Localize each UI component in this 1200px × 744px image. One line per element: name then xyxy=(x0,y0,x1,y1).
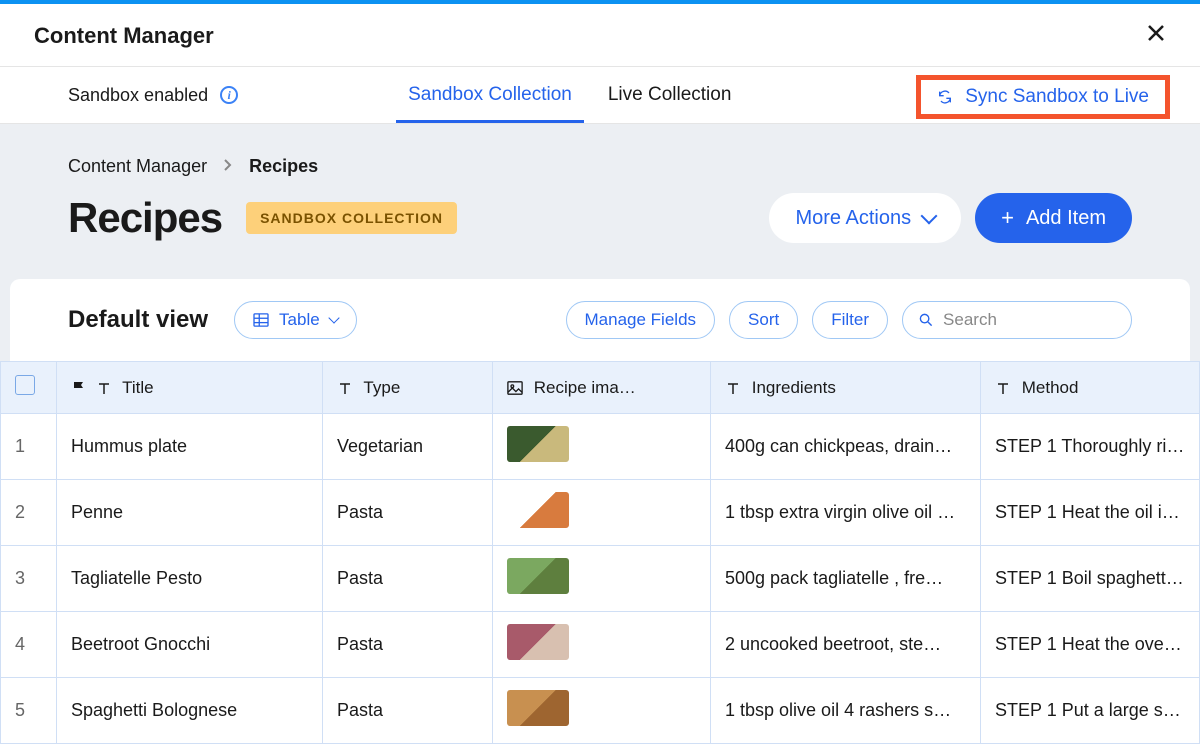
page-title: Recipes xyxy=(68,194,222,242)
cell-method[interactable]: STEP 1 Thoroughly rinse xyxy=(981,414,1200,480)
title-row: Recipes SANDBOX COLLECTION More Actions … xyxy=(0,193,1200,279)
data-table: Title Type Recipe ima… Ingredients Metho… xyxy=(0,361,1200,744)
cell-type[interactable]: Pasta xyxy=(323,612,493,678)
sync-icon xyxy=(937,89,953,105)
cell-ingredients[interactable]: 1 tbsp olive oil 4 rashers s… xyxy=(711,678,981,744)
plus-icon: + xyxy=(1001,205,1014,231)
search-box[interactable] xyxy=(902,301,1132,339)
column-header-image[interactable]: Recipe ima… xyxy=(493,362,711,414)
table-row[interactable]: 4 Beetroot Gnocchi Pasta 2 uncooked beet… xyxy=(1,612,1200,678)
column-label: Ingredients xyxy=(752,378,836,397)
thumbnail xyxy=(507,426,569,462)
cell-method[interactable]: STEP 1 Put a large sauce xyxy=(981,678,1200,744)
sandbox-status: Sandbox enabled i xyxy=(68,85,238,106)
view-type-dropdown[interactable]: Table xyxy=(234,301,357,339)
cell-image[interactable] xyxy=(493,612,711,678)
row-number: 4 xyxy=(1,612,57,678)
search-icon xyxy=(919,312,933,328)
cell-image[interactable] xyxy=(493,414,711,480)
search-input[interactable] xyxy=(943,310,1115,330)
app-title: Content Manager xyxy=(34,23,214,49)
cell-ingredients[interactable]: 1 tbsp extra virgin olive oil … xyxy=(711,480,981,546)
thumbnail xyxy=(507,558,569,594)
column-label: Recipe ima… xyxy=(534,378,636,397)
cell-title[interactable]: Beetroot Gnocchi xyxy=(57,612,323,678)
table-row[interactable]: 3 Tagliatelle Pesto Pasta 500g pack tagl… xyxy=(1,546,1200,612)
info-icon[interactable]: i xyxy=(220,86,238,104)
sort-button[interactable]: Sort xyxy=(729,301,798,339)
checkbox[interactable] xyxy=(15,375,35,395)
cell-ingredients[interactable]: 500g pack tagliatelle , fre… xyxy=(711,546,981,612)
close-icon[interactable] xyxy=(1146,22,1166,50)
add-item-button[interactable]: + Add Item xyxy=(975,193,1132,243)
chevron-down-icon xyxy=(328,312,339,323)
text-icon xyxy=(96,380,112,396)
cell-method[interactable]: STEP 1 Heat the oil in a f xyxy=(981,480,1200,546)
table-row[interactable]: 2 Penne Pasta 1 tbsp extra virgin olive … xyxy=(1,480,1200,546)
text-icon xyxy=(725,380,741,396)
tab-live-collection[interactable]: Live Collection xyxy=(608,68,732,122)
row-number: 5 xyxy=(1,678,57,744)
header-bar: Content Manager xyxy=(0,4,1200,67)
cell-ingredients[interactable]: 2 uncooked beetroot, ste… xyxy=(711,612,981,678)
sync-sandbox-button[interactable]: Sync Sandbox to Live xyxy=(937,86,1149,108)
page-body: Content Manager Recipes Recipes SANDBOX … xyxy=(0,124,1200,744)
column-label: Type xyxy=(363,378,400,397)
column-header-title[interactable]: Title xyxy=(57,362,323,414)
chevron-right-icon xyxy=(223,156,233,177)
column-label: Method xyxy=(1022,378,1079,397)
filter-button[interactable]: Filter xyxy=(812,301,888,339)
tabs-bar: Sandbox enabled i Sandbox Collection Liv… xyxy=(0,67,1200,124)
thumbnail xyxy=(507,624,569,660)
table-icon xyxy=(253,313,269,327)
chevron-down-icon xyxy=(921,208,938,225)
tab-sandbox-collection[interactable]: Sandbox Collection xyxy=(408,68,572,122)
cell-image[interactable] xyxy=(493,678,711,744)
table-row[interactable]: 1 Hummus plate Vegetarian 400g can chick… xyxy=(1,414,1200,480)
breadcrumb-item-current: Recipes xyxy=(249,156,318,177)
sync-label: Sync Sandbox to Live xyxy=(965,86,1149,108)
cell-type[interactable]: Pasta xyxy=(323,546,493,612)
cell-title[interactable]: Spaghetti Bolognese xyxy=(57,678,323,744)
text-icon xyxy=(337,380,353,396)
cell-ingredients[interactable]: 400g can chickpeas, drain… xyxy=(711,414,981,480)
view-title: Default view xyxy=(68,306,208,334)
column-label: Title xyxy=(122,378,154,397)
more-actions-label: More Actions xyxy=(795,207,911,230)
tabs: Sandbox Collection Live Collection xyxy=(408,68,731,122)
select-all-header[interactable] xyxy=(1,362,57,414)
manage-fields-button[interactable]: Manage Fields xyxy=(566,301,716,339)
view-type-label: Table xyxy=(279,310,320,330)
thumbnail xyxy=(507,492,569,528)
table-row[interactable]: 5 Spaghetti Bolognese Pasta 1 tbsp olive… xyxy=(1,678,1200,744)
view-panel: Default view Table Manage Fields Sort Fi… xyxy=(10,279,1190,361)
breadcrumb: Content Manager Recipes xyxy=(0,156,1200,177)
text-icon xyxy=(995,380,1011,396)
column-header-ingredients[interactable]: Ingredients xyxy=(711,362,981,414)
row-number: 1 xyxy=(1,414,57,480)
breadcrumb-item[interactable]: Content Manager xyxy=(68,156,207,177)
more-actions-button[interactable]: More Actions xyxy=(769,193,961,243)
image-icon xyxy=(507,380,523,396)
cell-title[interactable]: Tagliatelle Pesto xyxy=(57,546,323,612)
flag-icon xyxy=(71,380,87,396)
cell-type[interactable]: Pasta xyxy=(323,678,493,744)
cell-type[interactable]: Vegetarian xyxy=(323,414,493,480)
thumbnail xyxy=(507,690,569,726)
row-number: 2 xyxy=(1,480,57,546)
column-header-method[interactable]: Method xyxy=(981,362,1200,414)
cell-title[interactable]: Penne xyxy=(57,480,323,546)
sandbox-badge: SANDBOX COLLECTION xyxy=(246,202,457,234)
cell-image[interactable] xyxy=(493,480,711,546)
cell-image[interactable] xyxy=(493,546,711,612)
row-number: 3 xyxy=(1,546,57,612)
cell-type[interactable]: Pasta xyxy=(323,480,493,546)
sync-highlight: Sync Sandbox to Live xyxy=(916,75,1170,119)
cell-method[interactable]: STEP 1 Boil spaghetti in a xyxy=(981,546,1200,612)
cell-title[interactable]: Hummus plate xyxy=(57,414,323,480)
cell-method[interactable]: STEP 1 Heat the oven to xyxy=(981,612,1200,678)
column-header-type[interactable]: Type xyxy=(323,362,493,414)
sandbox-status-label: Sandbox enabled xyxy=(68,85,208,106)
add-item-label: Add Item xyxy=(1026,207,1106,230)
